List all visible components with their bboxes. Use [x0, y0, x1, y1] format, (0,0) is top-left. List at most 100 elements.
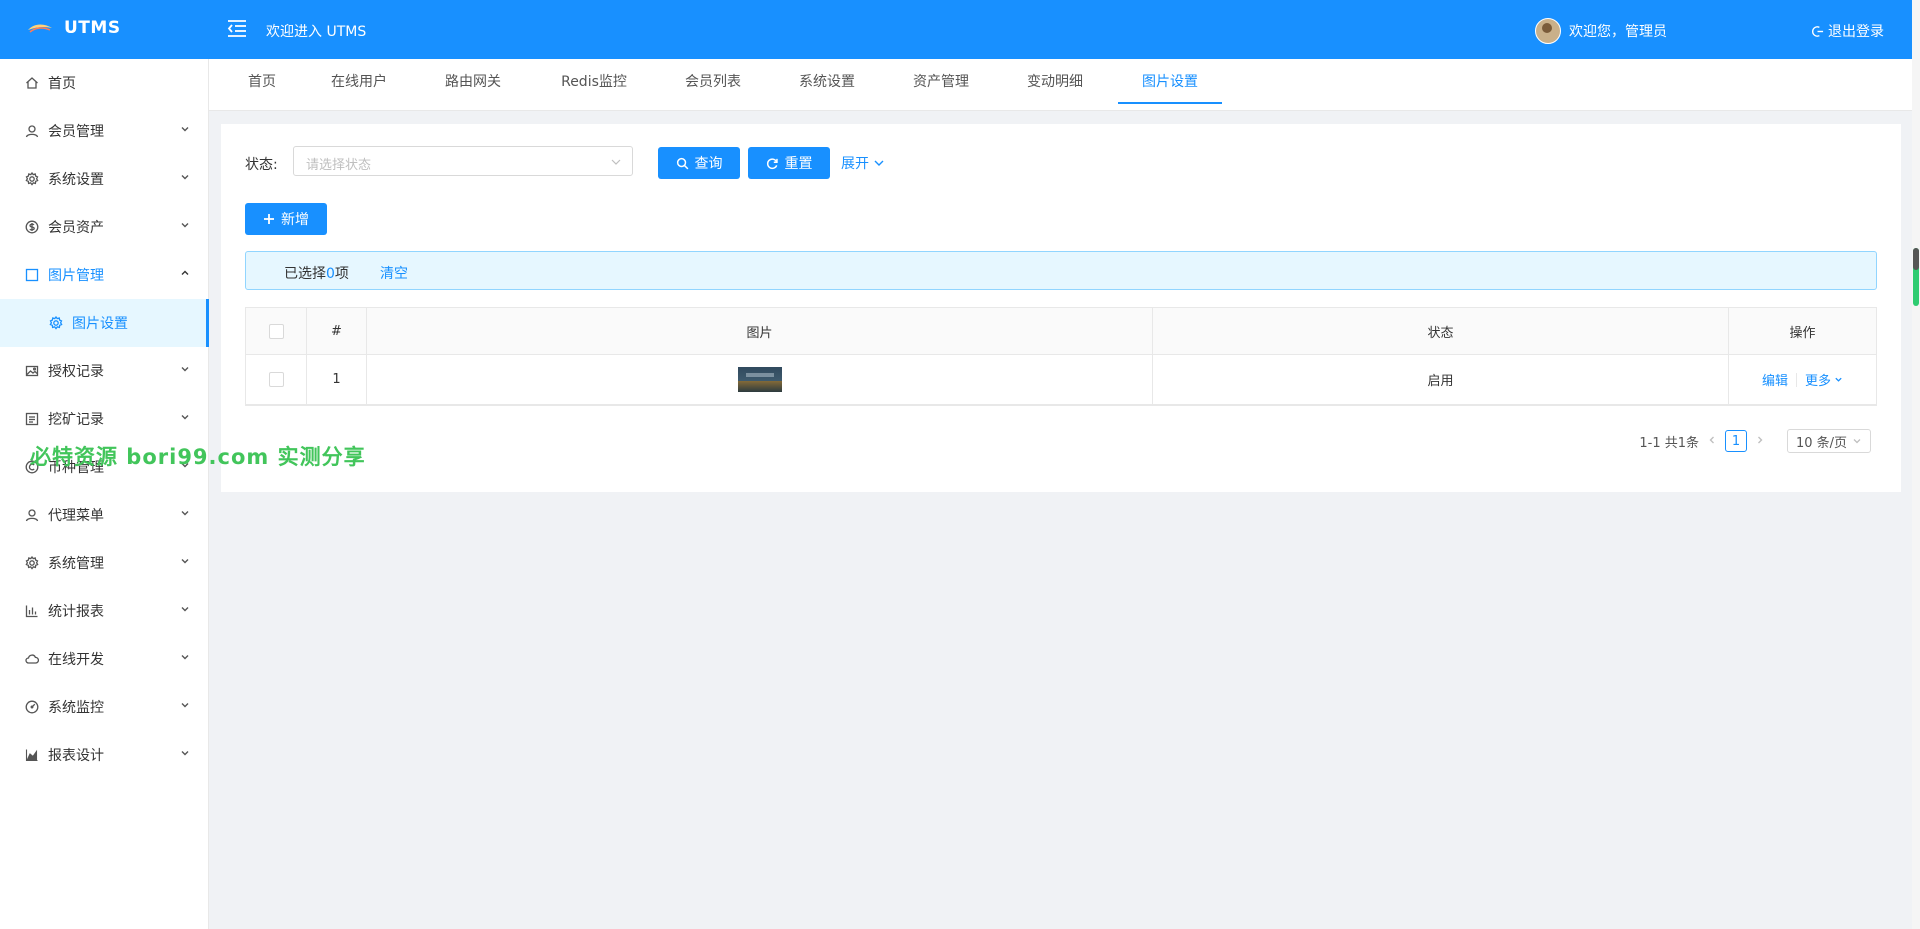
page-size-select[interactable]: 10 条/页 — [1787, 429, 1871, 453]
page-size-value: 10 条/页 — [1796, 435, 1848, 451]
tab-online-users[interactable]: 在线用户 — [329, 59, 389, 108]
sidebar: 首页 会员管理 系统设置 会员资产 图片管理 图片设置 授权记录 挖矿记录 币种… — [0, 59, 209, 929]
image-thumbnail[interactable] — [737, 367, 782, 392]
tab-asset-management[interactable]: 资产管理 — [911, 59, 971, 108]
logo[interactable]: UTMS — [26, 18, 121, 38]
search-button[interactable]: 查询 — [658, 147, 740, 179]
sidebar-item-label: 系统监控 — [48, 700, 104, 716]
column-status: 状态 — [1153, 308, 1729, 354]
pagination: 1-1 共1条 1 10 条/页 — [1639, 429, 1871, 453]
sidebar-item-home[interactable]: 首页 — [0, 59, 208, 107]
sidebar-item-statistics[interactable]: 统计报表 — [0, 587, 208, 635]
row-checkbox-cell — [246, 355, 307, 404]
more-dropdown[interactable]: 更多 — [1805, 370, 1843, 389]
watermark: 必特资源 bori99.com 实测分享 — [30, 445, 366, 469]
chevron-down-icon — [181, 175, 189, 180]
sidebar-item-member-management[interactable]: 会员管理 — [0, 107, 208, 155]
top-header: UTMS 欢迎进入 UTMS 欢迎您，管理员 退出登录 — [0, 0, 1912, 59]
sidebar-item-image-settings[interactable]: 图片设置 — [0, 299, 209, 347]
logout-button[interactable]: 退出登录 — [1811, 21, 1884, 41]
sidebar-item-label: 系统管理 — [48, 556, 104, 572]
selection-prefix: 已选择 — [284, 266, 326, 282]
pagination-summary: 1-1 共1条 — [1639, 435, 1699, 451]
sidebar-item-image-management[interactable]: 图片管理 — [0, 251, 208, 299]
app-title: UTMS — [64, 18, 121, 38]
selection-suffix: 项 — [334, 266, 349, 282]
sidebar-item-agent-menu[interactable]: 代理菜单 — [0, 491, 208, 539]
page-scrollbar[interactable] — [1912, 0, 1920, 929]
table-header: # 图片 状态 操作 — [246, 308, 1876, 355]
menu-fold-icon[interactable] — [226, 17, 248, 39]
table-row: 1 启用 编辑 更多 — [246, 355, 1876, 405]
edit-link[interactable]: 编辑 — [1762, 370, 1788, 389]
tab-home[interactable]: 首页 — [239, 59, 285, 108]
sidebar-item-label: 系统设置 — [48, 172, 104, 188]
user-greeting: 欢迎您，管理员 — [1569, 24, 1667, 40]
tab-system-settings[interactable]: 系统设置 — [797, 59, 857, 108]
chevron-down-icon — [874, 160, 884, 166]
list-icon — [24, 411, 40, 427]
bar-chart-icon — [24, 603, 40, 619]
sidebar-item-label: 挖矿记录 — [48, 412, 104, 428]
sidebar-item-label: 报表设计 — [48, 748, 104, 764]
sidebar-item-online-dev[interactable]: 在线开发 — [0, 635, 208, 683]
reload-icon — [766, 157, 778, 169]
chevron-down-icon — [181, 415, 189, 420]
sidebar-item-label: 首页 — [48, 76, 76, 92]
status-select[interactable]: 请选择状态 — [293, 146, 633, 176]
image-table: # 图片 状态 操作 1 启用 编辑 更多 — [245, 307, 1877, 406]
add-button-label: 新增 — [281, 212, 309, 228]
row-index: 1 — [307, 355, 367, 404]
gear-icon — [24, 171, 40, 187]
reset-button[interactable]: 重置 — [748, 147, 830, 179]
add-button[interactable]: 新增 — [245, 203, 327, 235]
column-image: 图片 — [367, 308, 1153, 354]
sidebar-item-system-management[interactable]: 系统管理 — [0, 539, 208, 587]
column-index: # — [307, 308, 367, 354]
column-actions: 操作 — [1789, 325, 1816, 341]
user-menu[interactable]: 欢迎您，管理员 — [1535, 18, 1667, 44]
chevron-down-icon — [181, 751, 189, 756]
area-chart-icon — [24, 747, 40, 763]
row-status: 启用 — [1153, 355, 1729, 404]
chevron-down-icon — [1835, 377, 1842, 382]
user-icon — [24, 507, 40, 523]
sidebar-item-system-monitor[interactable]: 系统监控 — [0, 683, 208, 731]
tab-member-list[interactable]: 会员列表 — [683, 59, 743, 108]
row-checkbox[interactable] — [268, 372, 284, 387]
scrollbar-thumb[interactable] — [1913, 248, 1919, 306]
select-all-checkbox[interactable] — [268, 323, 284, 339]
expand-toggle[interactable]: 展开 — [841, 153, 885, 173]
tab-image-settings[interactable]: 图片设置 — [1118, 59, 1222, 108]
sidebar-item-report-design[interactable]: 报表设计 — [0, 731, 208, 779]
sidebar-item-label: 会员管理 — [48, 124, 104, 140]
clear-selection-link[interactable]: 清空 — [380, 263, 408, 283]
prev-page-button[interactable] — [1707, 434, 1717, 449]
search-icon — [676, 157, 688, 169]
selection-count: 0 — [326, 266, 335, 282]
more-label: 更多 — [1805, 374, 1832, 389]
action-divider — [1796, 372, 1797, 387]
sidebar-item-label: 授权记录 — [48, 364, 104, 380]
sidebar-item-auth-records[interactable]: 授权记录 — [0, 347, 208, 395]
tab-route-gateway[interactable]: 路由网关 — [443, 59, 503, 108]
chevron-down-icon — [181, 607, 189, 612]
logout-label: 退出登录 — [1828, 24, 1884, 40]
user-icon — [24, 123, 40, 139]
next-page-button[interactable] — [1755, 434, 1765, 449]
sidebar-item-label: 在线开发 — [48, 652, 104, 668]
sidebar-item-label: 代理菜单 — [48, 508, 104, 524]
sidebar-item-system-settings[interactable]: 系统设置 — [0, 155, 208, 203]
chevron-down-icon — [181, 223, 189, 228]
sidebar-item-member-assets[interactable]: 会员资产 — [0, 203, 208, 251]
tab-bar: 首页 在线用户 路由网关 Redis监控 会员列表 系统设置 资产管理 变动明细… — [209, 59, 1912, 111]
square-icon — [24, 267, 40, 283]
tab-change-details[interactable]: 变动明细 — [1025, 59, 1085, 108]
home-icon — [24, 75, 40, 91]
chevron-down-icon — [181, 559, 189, 564]
dollar-icon — [24, 219, 40, 235]
tab-redis-monitor[interactable]: Redis监控 — [561, 59, 627, 108]
status-select-placeholder: 请选择状态 — [306, 158, 372, 173]
sidebar-item-mining-records[interactable]: 挖矿记录 — [0, 395, 208, 443]
page-item-current[interactable]: 1 — [1725, 430, 1747, 452]
